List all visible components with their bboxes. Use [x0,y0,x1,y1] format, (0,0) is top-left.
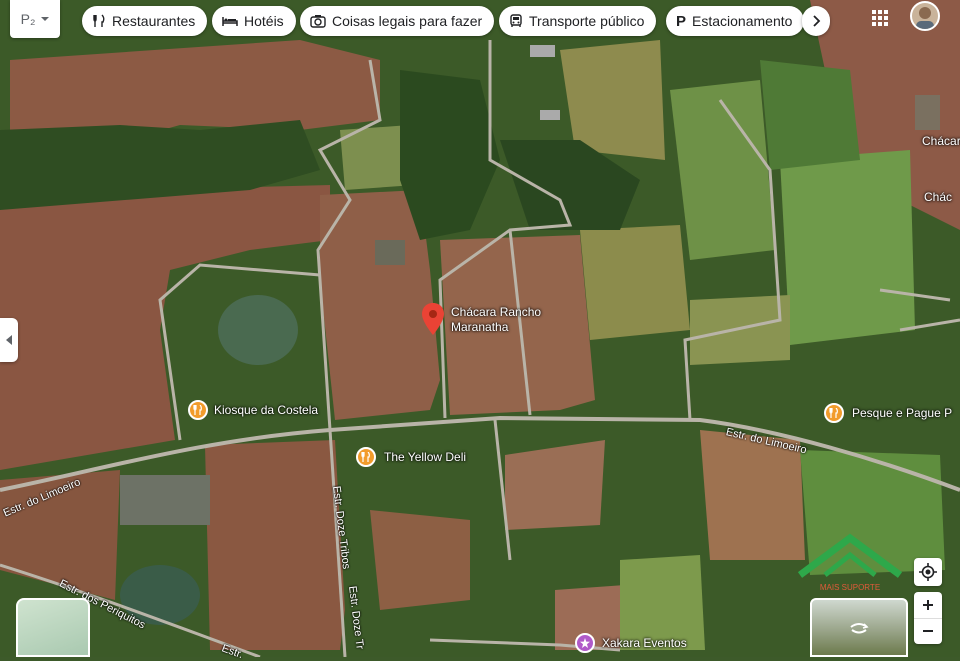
fork-knife-icon [93,14,105,27]
zoom-out-button[interactable] [914,619,942,644]
chip-label: Hotéis [244,13,284,29]
chip-label: Restaurantes [112,13,196,29]
building [530,45,555,57]
zoom-controls [914,592,942,644]
building [915,95,940,130]
street-view-thumbnail[interactable] [810,598,908,657]
place-label-chacara-a: Chácara so [922,134,960,148]
restaurant-poi-icon[interactable] [824,403,844,423]
chip-label: Estacionamento [692,13,793,29]
pasture [580,225,690,340]
caret-down-icon [41,17,50,21]
watermark-text: MAIS SUPORTE [820,583,880,592]
poi-label-pesque[interactable]: Pesque e Pague P [852,406,952,420]
chip-restaurants[interactable]: Restaurantes [82,6,208,36]
bus-icon [510,14,522,27]
app-menu-button[interactable]: P₂ [10,0,60,38]
caret-left-icon [6,335,12,345]
pasture [760,60,860,170]
apps-grid-button[interactable] [866,4,894,32]
marker-label[interactable]: Chácara Rancho Maranatha [451,305,541,335]
marker-label-line2: Maranatha [451,320,509,334]
parking-icon: P [676,12,687,30]
apps-grid-icon [872,10,888,26]
plus-icon [923,600,933,610]
watermark-logo: MAIS SUPORTE [797,533,903,592]
chip-things-to-do[interactable]: Coisas legais para fazer [300,6,495,36]
chip-hotels[interactable]: Hotéis [212,6,296,36]
chip-parking[interactable]: P Estacionamento [666,6,805,36]
bed-icon [222,17,238,26]
collapse-panel-button[interactable] [0,318,18,362]
fork-knife-icon [829,408,838,418]
camera-icon [310,15,326,28]
minus-icon [923,630,933,632]
building [540,110,560,120]
pasture [690,295,790,365]
chevron-right-icon [813,15,821,27]
rotate-360-icon [850,622,869,633]
building [375,240,405,265]
marker-label-line1: Chácara Rancho [451,305,542,319]
chip-transit[interactable]: Transporte público [499,6,657,36]
crosshair-icon [919,563,937,581]
venue-poi-icon[interactable] [575,633,595,653]
field [505,440,605,530]
zoom-in-button[interactable] [914,593,942,619]
place-label-chacara-b: Chác [924,190,953,204]
chip-label: Coisas legais para fazer [332,13,483,29]
my-location-button[interactable] [914,558,942,586]
poi-label-yellow-deli[interactable]: The Yellow Deli [384,450,466,464]
star-icon [580,638,590,648]
chip-label: Transporte público [529,13,645,29]
building-cluster [120,475,210,525]
restaurant-poi-icon[interactable] [356,447,376,467]
pasture [780,150,915,345]
location-pin-icon[interactable] [421,302,445,336]
restaurant-poi-icon[interactable] [188,400,208,420]
fork-knife-icon [361,452,370,462]
fork-knife-icon [193,405,202,415]
app-logo: P₂ [20,11,36,27]
field [370,510,470,610]
field [205,440,345,650]
poi-label-xakara[interactable]: Xakara Eventos [602,636,687,650]
user-avatar-icon [916,7,934,29]
poi-label-kiosque[interactable]: Kiosque da Costela [214,403,318,417]
pond [218,295,298,365]
layers-toggle-button[interactable] [16,598,90,657]
chips-scroll-right-button[interactable] [802,6,830,36]
avatar[interactable] [910,1,940,31]
